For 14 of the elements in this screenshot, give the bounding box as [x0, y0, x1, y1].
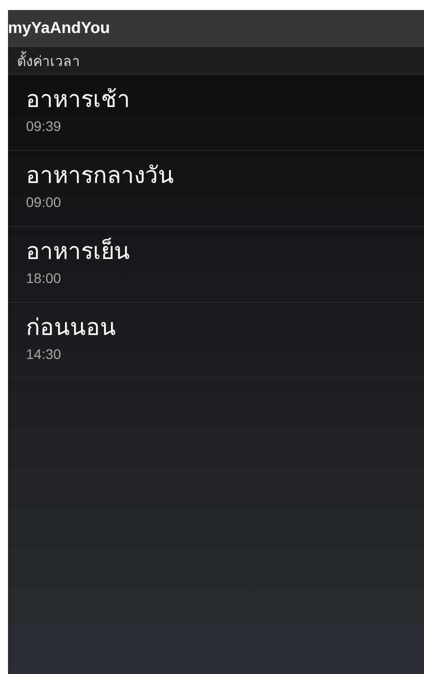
item-title: อาหารเย็น [26, 236, 130, 267]
section-header: ตั้งค่าเวลา [8, 47, 424, 75]
list-item[interactable]: อาหารกลางวัน 09:00 [8, 151, 424, 227]
item-time: 18:00 [26, 269, 62, 288]
item-title: อาหารกลางวัน [26, 162, 174, 191]
item-time: 14:30 [26, 345, 62, 364]
list-item[interactable]: อาหารเย็น 18:00 [8, 227, 424, 303]
list-item[interactable]: อาหารเช้า 09:39 [8, 75, 424, 151]
app-title-bar: myYaAndYou [8, 10, 424, 47]
item-time: 09:39 [26, 117, 62, 136]
item-time: 09:00 [26, 193, 62, 212]
item-title: ก่อนนอน [26, 314, 116, 343]
list-item[interactable]: ก่อนนอน 14:30 [8, 303, 424, 379]
item-title: อาหารเช้า [26, 86, 130, 115]
